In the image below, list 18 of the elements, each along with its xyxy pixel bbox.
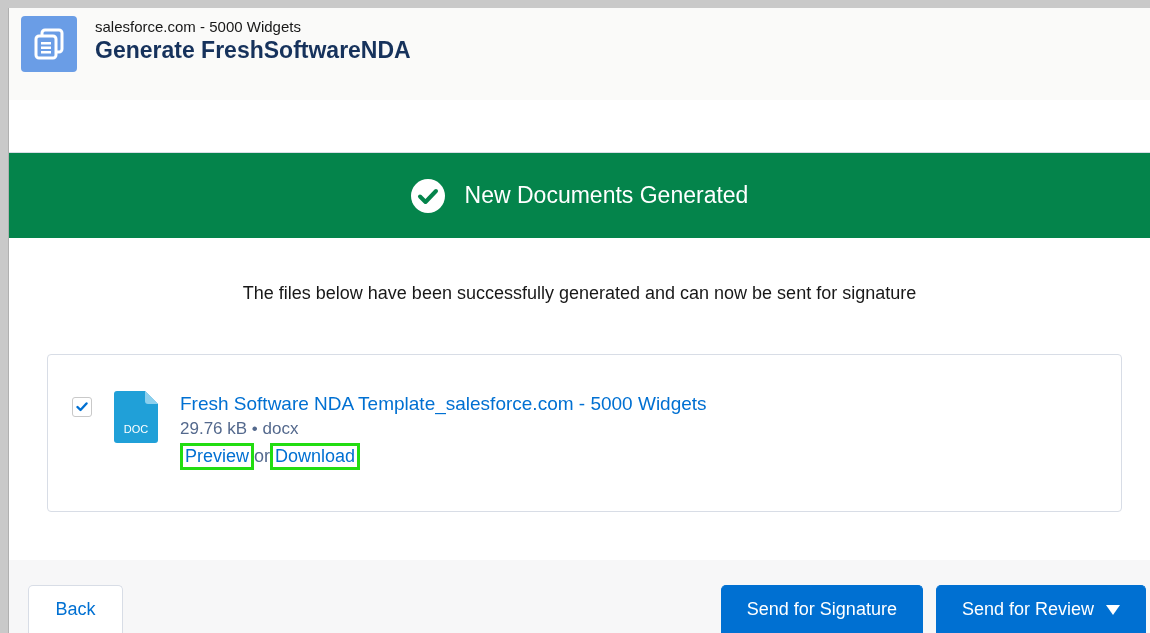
- preview-link[interactable]: Preview: [180, 443, 255, 470]
- checkmark-icon: [76, 402, 88, 412]
- record-subtitle: salesforce.com - 5000 Widgets: [95, 18, 302, 35]
- app-icon: [21, 16, 77, 72]
- separator-text: or: [254, 446, 271, 467]
- caret-icon: [1106, 604, 1120, 615]
- doc-file-icon: DOC: [114, 391, 158, 443]
- download-link[interactable]: Download: [270, 443, 361, 470]
- checkbox[interactable]: [72, 397, 92, 417]
- check-icon: [410, 178, 445, 213]
- file-meta: 29.76 kB • docx: [180, 419, 300, 439]
- send-button[interactable]: Send for Signature: [720, 585, 923, 633]
- file-name-link[interactable]: Fresh Software NDA Template_salesforce.com - 5000 Widgets: [180, 393, 707, 415]
- page-title: Generate FreshSoftwareNDA: [95, 37, 411, 64]
- send-button[interactable]: Send for Review: [935, 585, 1146, 633]
- banner-message: New Documents Generated: [464, 182, 749, 209]
- description-text: The files below have been successfully generated and can now be sent for signature: [242, 283, 917, 304]
- back-button[interactable]: Back: [28, 585, 123, 633]
